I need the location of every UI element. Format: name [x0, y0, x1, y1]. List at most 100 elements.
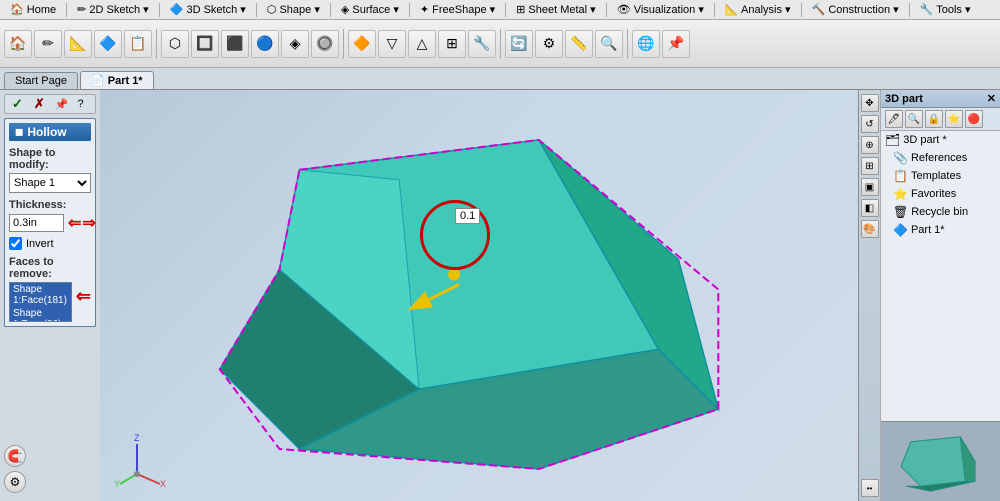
rp-btn-lock[interactable]: 🔒	[925, 110, 943, 128]
rp-btn-search[interactable]: 🔍	[905, 110, 923, 128]
rs-btn-view2[interactable]: ◧	[861, 199, 879, 217]
tree-icon-favorites: ⭐	[893, 187, 908, 201]
tb-btn-8[interactable]: ⬛	[221, 30, 249, 58]
shape-select[interactable]: Shape 1	[9, 173, 91, 193]
thickness-input[interactable]	[9, 214, 64, 232]
invert-checkbox[interactable]	[9, 237, 22, 250]
thickness-row: ⇐ ⇒	[9, 213, 91, 233]
tree-label-3dpart: 3D part *	[903, 134, 946, 146]
tb-btn-14[interactable]: △	[408, 30, 436, 58]
tb-btn-3[interactable]: 📐	[64, 30, 92, 58]
tb-btn-11[interactable]: 🔘	[311, 30, 339, 58]
face-item-1[interactable]: Shape 1:Face(86)	[10, 307, 71, 322]
right-panel: 3D part ✕ 🖊 🔍 🔒 ⭐ 🔴 🗂 3D part * 📎 Refere…	[880, 90, 1000, 501]
menu-sep-10	[909, 3, 910, 17]
menu-visualization[interactable]: 👁 Visualization ▾	[611, 2, 710, 17]
tb-btn-13[interactable]: ▽	[378, 30, 406, 58]
tree-icon-3dpart: 🗂	[885, 133, 900, 147]
rs-btn-view1[interactable]: ▣	[861, 178, 879, 196]
tab-part1[interactable]: 📄 Part 1*	[80, 71, 154, 89]
tab-start-page[interactable]: Start Page	[4, 72, 78, 89]
menu-sep-2	[159, 3, 160, 17]
left-panel: ✓ ✗ 📌 ? ◼ Hollow Shape to modify: Shape …	[0, 90, 100, 501]
menu-sep-8	[714, 3, 715, 17]
right-panel-close[interactable]: ✕	[987, 92, 996, 105]
rs-btn-rotate[interactable]: ↺	[861, 115, 879, 133]
menu-surface[interactable]: ◈ Surface ▾	[335, 2, 405, 17]
tb-btn-15[interactable]: ⊞	[438, 30, 466, 58]
tree-item-favorites[interactable]: ⭐ Favorites	[881, 185, 1000, 203]
rp-btn-flag[interactable]: 🔴	[965, 110, 983, 128]
tree-label-part1: Part 1*	[911, 224, 945, 236]
cancel-button[interactable]: ✗	[30, 95, 49, 113]
tree-item-references[interactable]: 📎 References	[881, 149, 1000, 167]
tb-btn-4[interactable]: 🔷	[94, 30, 122, 58]
menu-freeshape[interactable]: ✦ FreeShape ▾	[414, 2, 501, 17]
thickness-arrow: ⇐ ⇒	[68, 213, 96, 233]
tree-label-references: References	[911, 152, 967, 164]
tb-btn-10[interactable]: ◈	[281, 30, 309, 58]
help-button[interactable]: ?	[75, 95, 87, 113]
tb-btn-16[interactable]: 🔧	[468, 30, 496, 58]
menu-sep-9	[801, 3, 802, 17]
tree-item-part1[interactable]: 🔷 Part 1*	[881, 221, 1000, 239]
main-toolbar: 🏠 ✏ 📐 🔷 📋 ⬡ 🔲 ⬛ 🔵 ◈ 🔘 🔶 ▽ △ ⊞ 🔧 🔄 ⚙ 📏 🔍 …	[0, 20, 1000, 68]
tb-btn-22[interactable]: 📌	[662, 30, 690, 58]
svg-text:Y: Y	[114, 479, 120, 489]
menu-home[interactable]: 🏠 Home	[4, 2, 62, 17]
tb-sep-1	[156, 29, 157, 59]
rp-btn-edit[interactable]: 🖊	[885, 110, 903, 128]
settings-icon-btn[interactable]: ⚙	[4, 471, 26, 493]
tb-btn-17[interactable]: 🔄	[505, 30, 533, 58]
pin-button[interactable]: 📌	[52, 95, 72, 113]
tb-sep-4	[627, 29, 628, 59]
faces-label: Faces to remove:	[9, 256, 91, 280]
faces-row: Shape 1:Face(181) Shape 1:Face(86) ⇐	[9, 282, 91, 322]
rs-btn-fit[interactable]: ⊞	[861, 157, 879, 175]
rs-btn-zoom[interactable]: ⊕	[861, 136, 879, 154]
menu-2dsketch[interactable]: ✏ 2D Sketch ▾	[71, 2, 155, 17]
right-side-toolbar: ✥ ↺ ⊕ ⊞ ▣ ◧ 🎨 ••	[858, 90, 880, 501]
tb-btn-2[interactable]: ✏	[34, 30, 62, 58]
faces-list[interactable]: Shape 1:Face(181) Shape 1:Face(86)	[9, 282, 72, 322]
ok-button[interactable]: ✓	[8, 95, 27, 113]
hollow-title: Hollow	[27, 125, 66, 139]
tb-btn-21[interactable]: 🌐	[632, 30, 660, 58]
tb-btn-1[interactable]: 🏠	[4, 30, 32, 58]
action-bar: ✓ ✗ 📌 ?	[4, 94, 96, 114]
magnet-icon-btn[interactable]: 🧲	[4, 445, 26, 467]
tb-btn-5[interactable]: 📋	[124, 30, 152, 58]
tree-item-3dpart[interactable]: 🗂 3D part *	[881, 131, 1000, 149]
rs-btn-move[interactable]: ✥	[861, 94, 879, 112]
right-panel-header: 3D part ✕	[881, 90, 1000, 108]
menu-shape[interactable]: ⬡ Shape ▾	[261, 2, 326, 17]
invert-label: Invert	[26, 238, 54, 250]
tb-btn-12[interactable]: 🔶	[348, 30, 376, 58]
menu-sheetmetal[interactable]: ⊞ Sheet Metal ▾	[510, 2, 602, 17]
tb-btn-6[interactable]: ⬡	[161, 30, 189, 58]
hollow-dialog: ◼ Hollow Shape to modify: Shape 1 Thickn…	[4, 118, 96, 327]
rp-btn-star[interactable]: ⭐	[945, 110, 963, 128]
3d-viewport[interactable]: 0.1 Z Y X	[100, 90, 858, 501]
tb-btn-19[interactable]: 📏	[565, 30, 593, 58]
menu-sep-5	[409, 3, 410, 17]
tree-item-recycle[interactable]: 🗑 Recycle bin	[881, 203, 1000, 221]
rs-btn-dots[interactable]: ••	[861, 479, 879, 497]
right-panel-title: 3D part	[885, 93, 923, 105]
svg-text:X: X	[160, 479, 166, 489]
tb-btn-18[interactable]: ⚙	[535, 30, 563, 58]
menu-sep-1	[66, 3, 67, 17]
menu-construction[interactable]: 🔨 Construction ▾	[806, 2, 905, 17]
face-item-0[interactable]: Shape 1:Face(181)	[10, 283, 71, 307]
tree-item-templates[interactable]: 📋 Templates	[881, 167, 1000, 185]
tb-btn-20[interactable]: 🔍	[595, 30, 623, 58]
tb-btn-7[interactable]: 🔲	[191, 30, 219, 58]
tb-btn-9[interactable]: 🔵	[251, 30, 279, 58]
menu-sep-7	[606, 3, 607, 17]
rs-btn-view3[interactable]: 🎨	[861, 220, 879, 238]
3d-shape	[100, 90, 858, 500]
menu-tools[interactable]: 🔧 Tools ▾	[914, 2, 977, 17]
menu-3dsketch[interactable]: 🔷 3D Sketch ▾	[164, 2, 252, 17]
menu-analysis[interactable]: 📐 Analysis ▾	[719, 2, 797, 17]
thickness-label: Thickness:	[9, 199, 91, 211]
